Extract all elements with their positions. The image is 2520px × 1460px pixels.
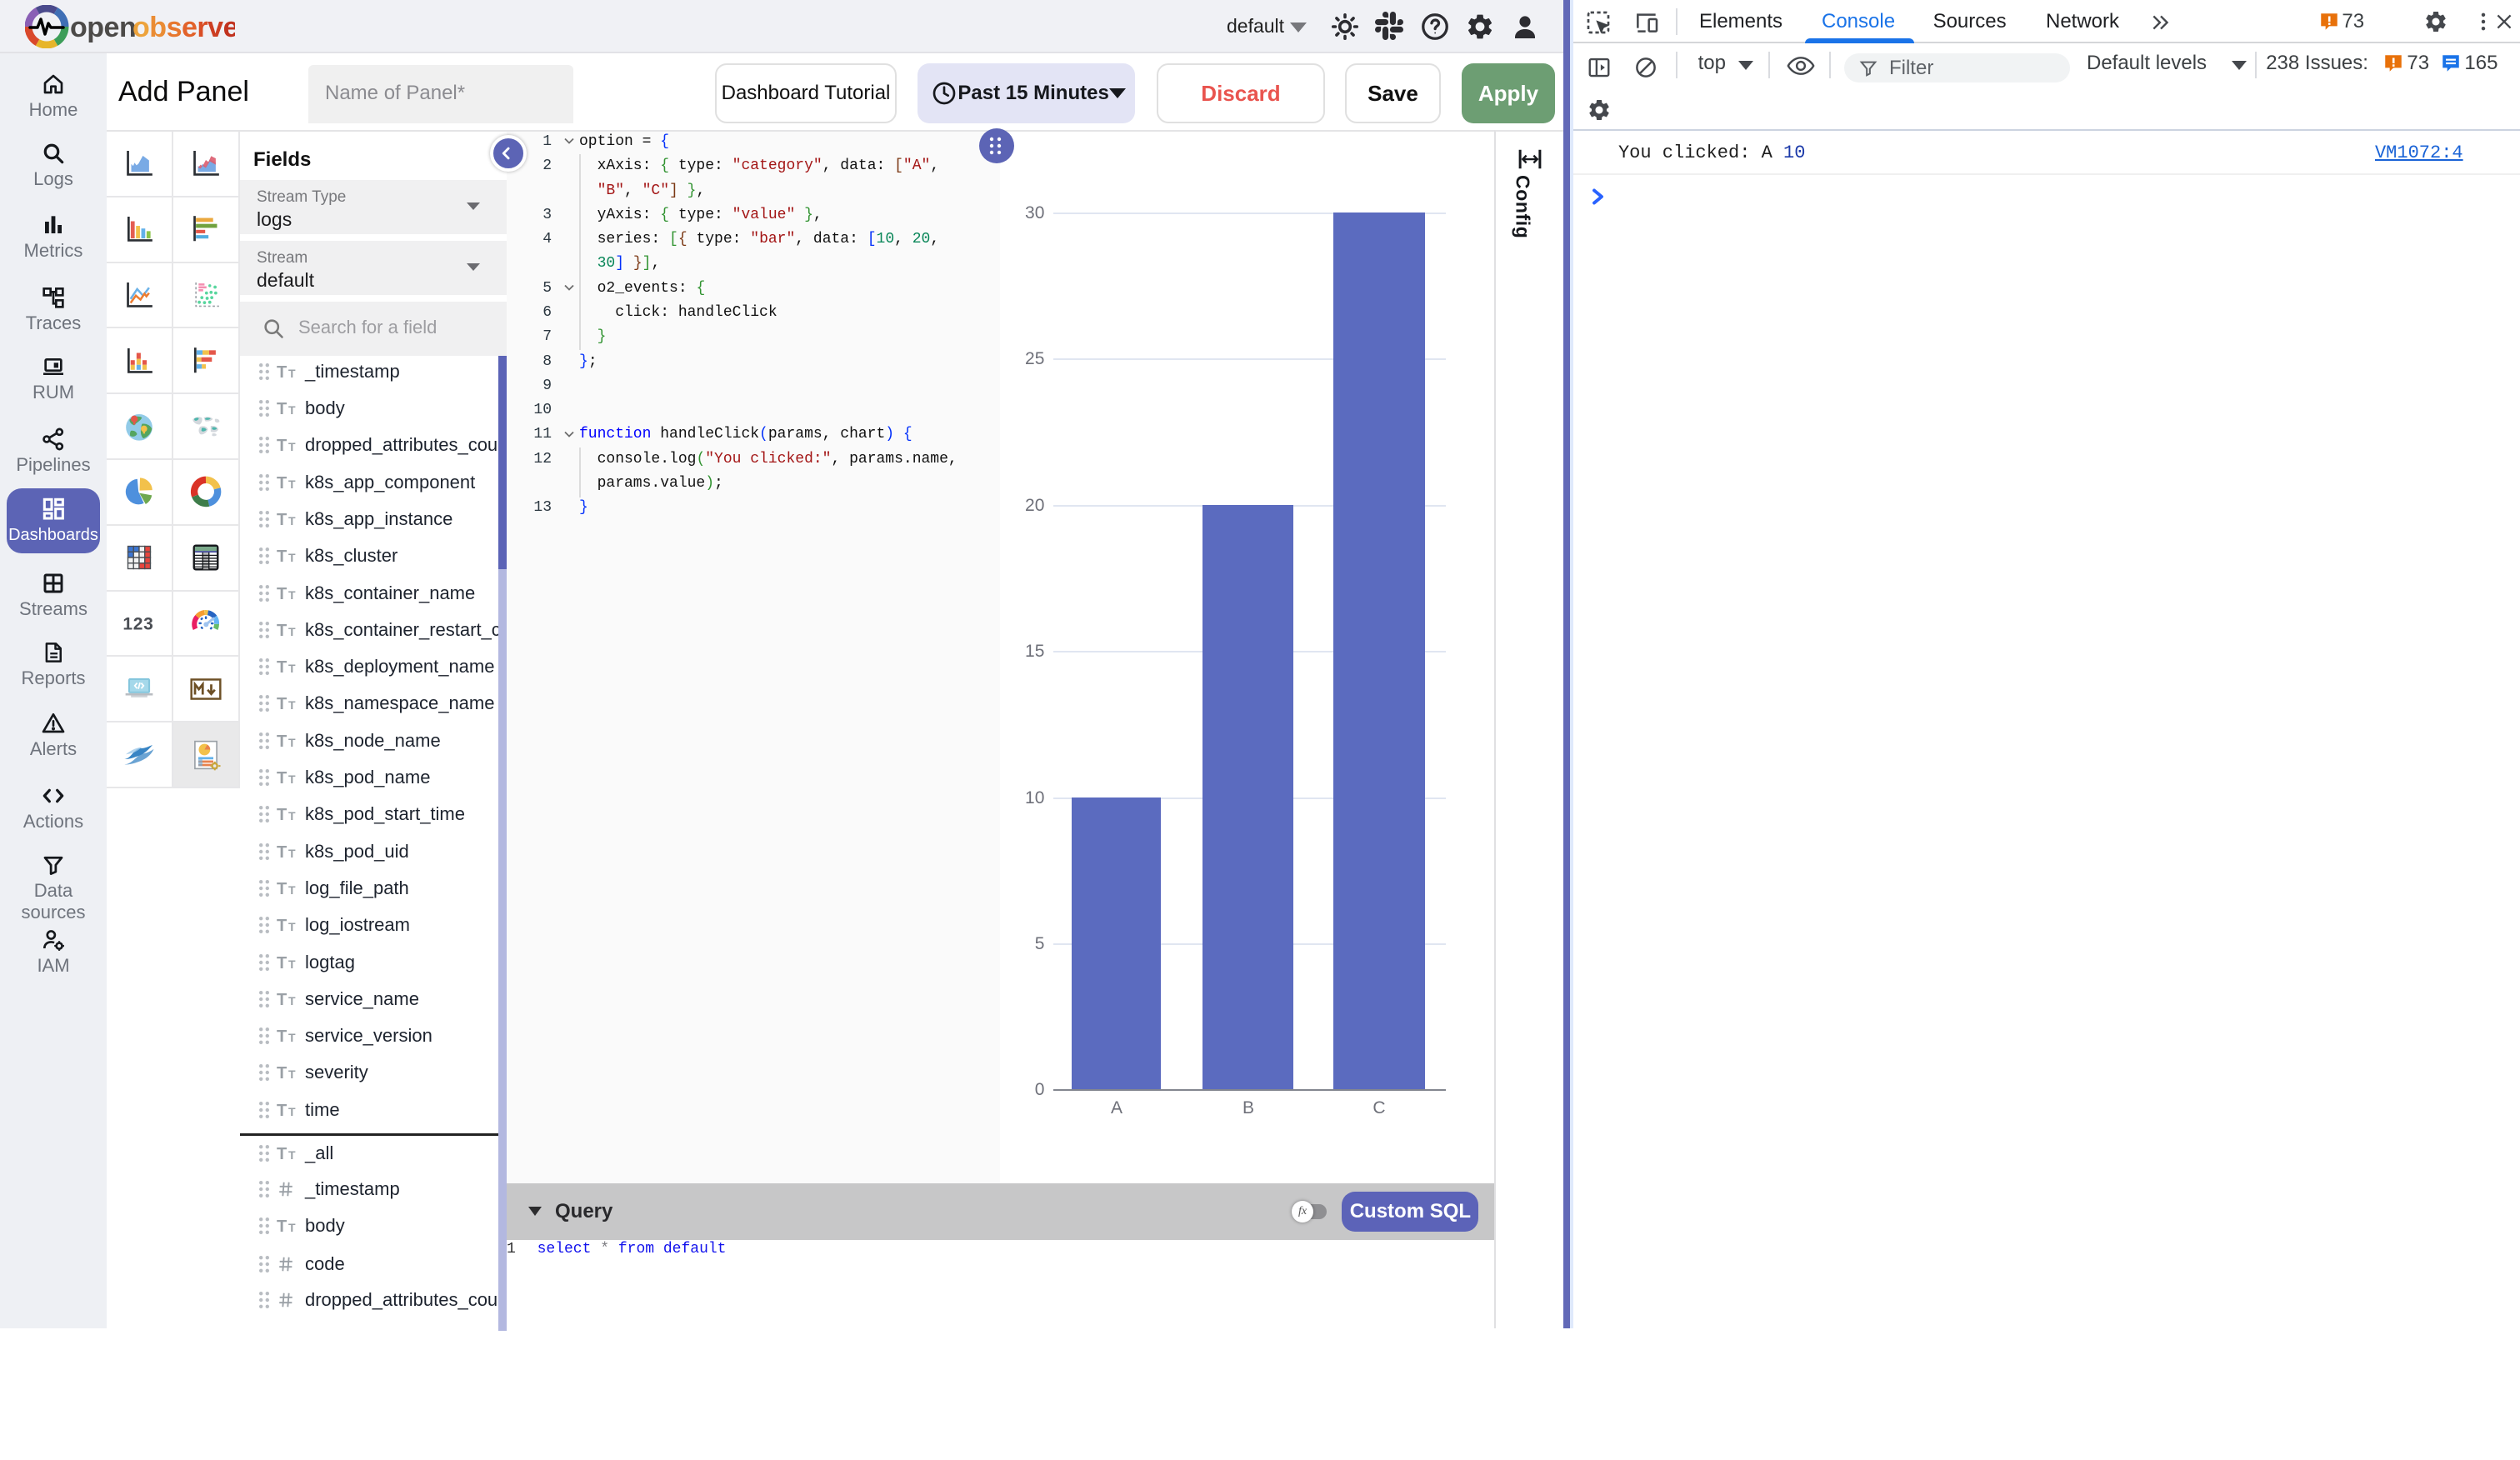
svg-text:open: open — [70, 12, 136, 43]
svg-text:T: T — [288, 1105, 296, 1118]
svg-text:T: T — [288, 698, 296, 712]
svg-text:T: T — [288, 367, 296, 380]
svg-text:123: 123 — [122, 615, 153, 634]
svg-text:T: T — [277, 658, 287, 676]
svg-text:T: T — [277, 622, 287, 639]
svg-text:T: T — [277, 548, 287, 565]
svg-text:T: T — [277, 954, 287, 972]
svg-text:T: T — [277, 400, 287, 418]
svg-text:T: T — [277, 917, 287, 934]
svg-text:T: T — [277, 585, 287, 602]
svg-text:T: T — [288, 588, 296, 602]
svg-text:T: T — [288, 920, 296, 933]
svg-text:T: T — [277, 991, 287, 1008]
svg-text:T: T — [277, 695, 287, 712]
svg-text:T: T — [288, 1221, 296, 1234]
svg-text:T: T — [288, 440, 296, 453]
svg-text:T: T — [288, 883, 296, 897]
svg-text:T: T — [277, 511, 287, 528]
svg-text:T: T — [288, 736, 296, 749]
svg-text:T: T — [277, 880, 287, 898]
svg-text:T: T — [288, 958, 296, 971]
svg-text:T: T — [277, 1028, 287, 1045]
svg-text:T: T — [288, 1068, 296, 1081]
svg-text:T: T — [288, 551, 296, 564]
svg-text:T: T — [288, 809, 296, 822]
svg-text:T: T — [277, 1145, 287, 1162]
svg-text:T: T — [277, 732, 287, 750]
svg-text:T: T — [288, 514, 296, 528]
svg-text:T: T — [277, 1218, 287, 1235]
svg-text:T: T — [288, 625, 296, 638]
svg-text:T: T — [277, 437, 287, 454]
svg-text:observe: observe — [132, 12, 235, 43]
svg-text:T: T — [277, 474, 287, 492]
svg-text:T: T — [277, 1102, 287, 1119]
svg-text:T: T — [288, 1148, 296, 1162]
svg-text:T: T — [277, 769, 287, 787]
svg-text:T: T — [277, 1064, 287, 1082]
svg-text:T: T — [288, 662, 296, 675]
svg-text:T: T — [288, 1031, 296, 1044]
svg-text:T: T — [277, 806, 287, 823]
svg-text:T: T — [277, 363, 287, 381]
svg-text:T: T — [288, 847, 296, 860]
svg-text:T: T — [288, 403, 296, 417]
svg-text:T: T — [288, 478, 296, 491]
svg-text:T: T — [288, 994, 296, 1008]
svg-text:T: T — [288, 772, 296, 786]
svg-text:T: T — [277, 843, 287, 861]
